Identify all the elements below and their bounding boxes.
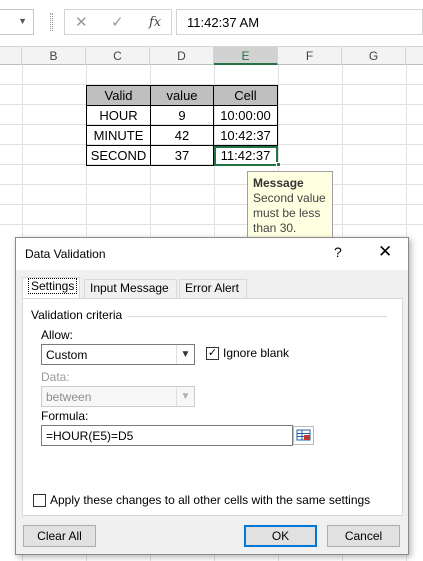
cancel-entry-icon[interactable]: ✕: [75, 13, 88, 31]
dialog-title-bar[interactable]: Data Validation ? ✕: [16, 238, 408, 270]
close-icon[interactable]: ✕: [378, 242, 392, 262]
validation-criteria-label: Validation criteria: [31, 308, 123, 322]
cancel-button[interactable]: Cancel: [327, 525, 400, 547]
clear-all-button[interactable]: Clear All: [23, 525, 96, 547]
fill-handle[interactable]: [276, 162, 281, 167]
range-select-icon: [296, 429, 311, 441]
select-all-corner[interactable]: [0, 47, 22, 65]
data-label: Data:: [41, 370, 70, 384]
column-header-d[interactable]: D: [150, 47, 214, 65]
column-headers: B C D E F G: [0, 46, 423, 65]
formula-field[interactable]: =HOUR(E5)=D5: [41, 425, 293, 446]
column-header-c[interactable]: C: [86, 47, 150, 65]
formula-label: Formula:: [41, 409, 89, 423]
grid-line: [0, 224, 423, 225]
header-cell-cell[interactable]: Cell: [213, 85, 278, 106]
tab-input-message[interactable]: Input Message: [84, 279, 177, 298]
formula-input[interactable]: 11:42:37 AM: [176, 9, 423, 35]
formula-bar: ▼ ✕ ✓ fx 11:42:37 AM: [0, 0, 423, 46]
input-message-line: must be less: [253, 206, 321, 220]
grid-line: [0, 204, 423, 205]
active-cell[interactable]: 11:42:37: [213, 145, 278, 166]
input-message-line: Second value: [253, 191, 326, 205]
group-divider: [127, 316, 387, 317]
formula-buttons: ✕ ✓ fx: [64, 9, 172, 35]
range-select-button[interactable]: [293, 426, 314, 445]
apply-to-all-label[interactable]: Apply these changes to all other cells w…: [50, 493, 370, 507]
chevron-down-icon[interactable]: ▼: [18, 16, 27, 26]
insert-function-icon[interactable]: fx: [149, 15, 161, 30]
help-icon[interactable]: ?: [334, 244, 342, 260]
tab-settings[interactable]: Settings: [22, 277, 80, 299]
table-cell[interactable]: 42: [150, 125, 214, 146]
table-cell[interactable]: 10:00:00: [213, 105, 278, 126]
header-cell-value[interactable]: value: [150, 85, 214, 106]
allow-select[interactable]: Custom ▼: [41, 344, 195, 365]
column-header-b[interactable]: B: [22, 47, 86, 65]
dialog-title: Data Validation: [25, 247, 106, 261]
data-select-value: between: [46, 390, 92, 404]
tab-error-alert[interactable]: Error Alert: [179, 279, 247, 298]
table-cell[interactable]: HOUR: [86, 105, 151, 126]
grid-line: [0, 184, 423, 185]
table-row: MINUTE 42 10:42:37: [86, 125, 278, 146]
chevron-down-icon: ▼: [176, 387, 194, 406]
data-validation-dialog: Data Validation ? ✕ Settings Input Messa…: [15, 237, 409, 555]
tab-settings-label: Settings: [28, 278, 78, 294]
column-header-f[interactable]: F: [278, 47, 342, 65]
validation-table: Valid value Cell HOUR 9 10:00:00 MINUTE …: [86, 85, 278, 166]
input-message-title: Message: [253, 176, 304, 190]
chevron-down-icon[interactable]: ▼: [176, 345, 194, 364]
confirm-entry-icon[interactable]: ✓: [111, 13, 124, 31]
name-box[interactable]: ▼: [0, 9, 34, 35]
column-header-e[interactable]: E: [214, 47, 278, 65]
table-cell[interactable]: 10:42:37: [213, 125, 278, 146]
header-cell-valid[interactable]: Valid: [86, 85, 151, 106]
ignore-blank-label[interactable]: Ignore blank: [223, 346, 289, 360]
table-cell[interactable]: MINUTE: [86, 125, 151, 146]
table-cell[interactable]: 9: [150, 105, 214, 126]
table-header-row: Valid value Cell: [86, 85, 278, 106]
input-message-line: than 30.: [253, 221, 297, 235]
apply-to-all-checkbox[interactable]: [33, 494, 46, 507]
allow-select-value: Custom: [46, 348, 88, 362]
table-row: HOUR 9 10:00:00: [86, 105, 278, 126]
allow-label: Allow:: [41, 328, 74, 342]
table-cell[interactable]: 37: [150, 145, 214, 166]
data-select: between ▼: [41, 386, 195, 407]
ignore-blank-checkbox[interactable]: ✓: [206, 347, 219, 360]
table-cell[interactable]: SECOND: [86, 145, 151, 166]
table-row: SECOND 37 11:42:37: [86, 145, 278, 166]
ok-button[interactable]: OK: [244, 525, 317, 547]
formula-bar-separator[interactable]: [50, 13, 53, 31]
settings-panel: Validation criteria Allow: Custom ▼ ✓ Ig…: [22, 298, 403, 516]
input-message-tooltip: Message Second value must be less than 3…: [247, 171, 333, 239]
column-header-g[interactable]: G: [342, 47, 406, 65]
